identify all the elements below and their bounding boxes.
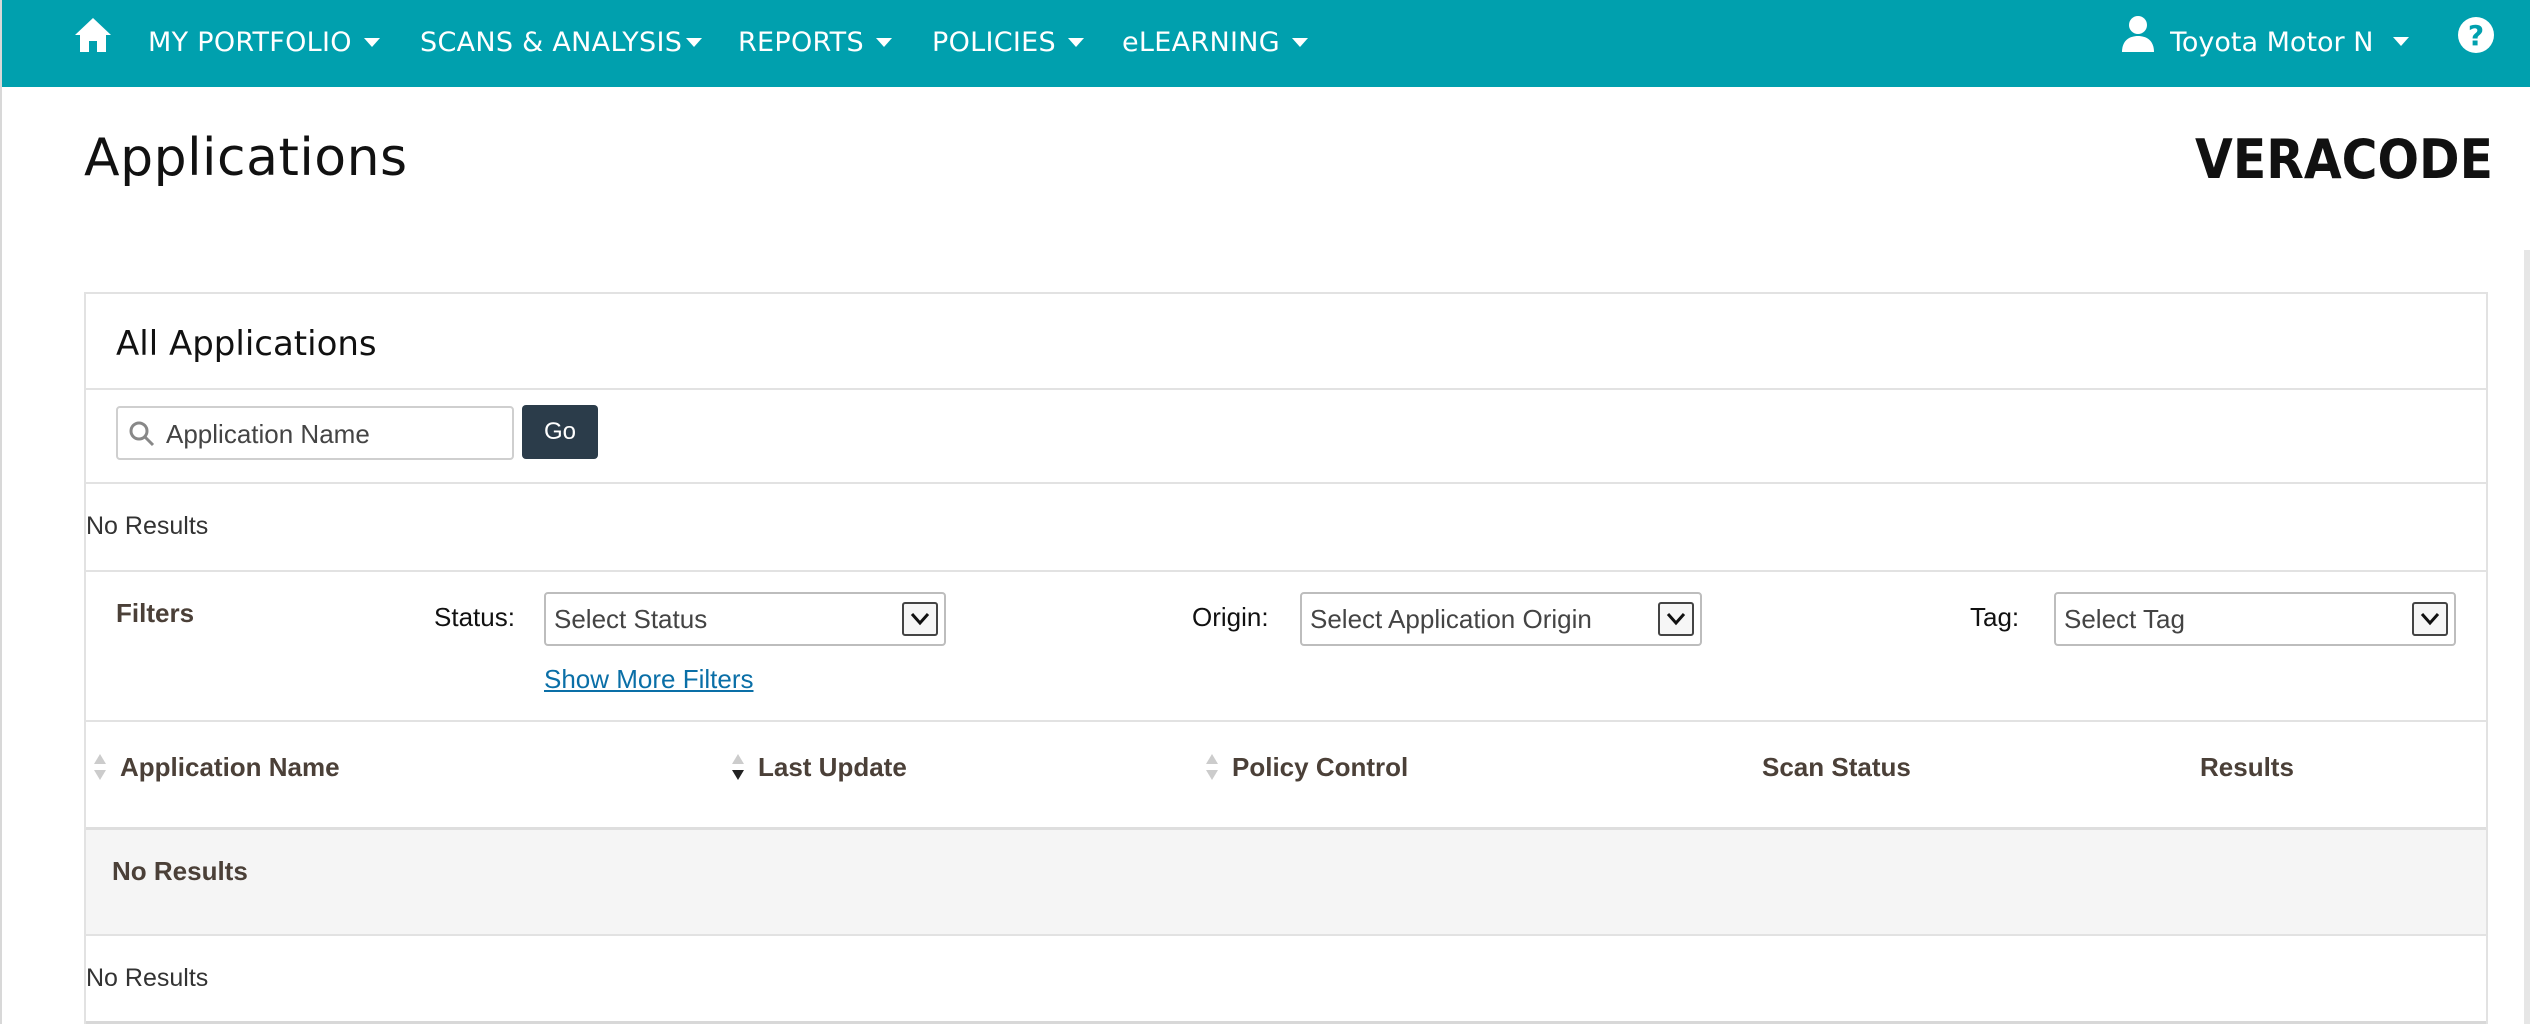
origin-filter-label: Origin: bbox=[1192, 602, 1269, 632]
chevron-down-icon[interactable] bbox=[2393, 37, 2409, 46]
nav-policies-label: POLICIES bbox=[932, 26, 1056, 58]
help-icon[interactable]: ? bbox=[2458, 17, 2494, 53]
svg-text:VERACODE: VERACODE bbox=[2195, 128, 2493, 186]
nav-reports-label: REPORTS bbox=[738, 26, 864, 58]
sort-icon[interactable] bbox=[1204, 750, 1220, 784]
table-row: No Results bbox=[86, 830, 2486, 936]
no-results-text: No Results bbox=[86, 512, 209, 540]
chevron-down-icon bbox=[686, 37, 703, 47]
status-select[interactable]: Select Status bbox=[544, 592, 946, 646]
tag-filter-label: Tag: bbox=[1970, 602, 2020, 632]
filters-label: Filters bbox=[116, 598, 195, 628]
search-results-message: No Results bbox=[86, 484, 2486, 572]
column-results: Results bbox=[2200, 752, 2294, 782]
table-row-text: No Results bbox=[112, 856, 248, 886]
sort-desc-icon[interactable] bbox=[730, 750, 746, 784]
nav-reports[interactable]: REPORTS bbox=[738, 24, 892, 60]
column-application-name[interactable]: Application Name bbox=[120, 752, 340, 783]
nav-policies[interactable]: POLICIES bbox=[932, 24, 1084, 60]
show-more-filters-link[interactable]: Show More Filters bbox=[544, 664, 754, 695]
filters-row: Filters Status: Select Status Origin: Se… bbox=[86, 572, 2486, 722]
column-scan-status: Scan Status bbox=[1762, 752, 1911, 782]
tag-select[interactable]: Select Tag bbox=[2054, 592, 2456, 646]
no-results-text: No Results bbox=[86, 964, 209, 992]
nav-scans-analysis[interactable]: SCANS & ANALYSIS bbox=[420, 24, 703, 60]
tag-select-value: Select Tag bbox=[2064, 604, 2185, 634]
origin-select[interactable]: Select Application Origin bbox=[1300, 592, 1702, 646]
nav-scans-analysis-label: SCANS & ANALYSIS bbox=[420, 26, 683, 58]
status-filter-label: Status: bbox=[434, 602, 515, 632]
nav-my-portfolio-label: MY PORTFOLIO bbox=[148, 26, 352, 58]
nav-elearning[interactable]: eLEARNING bbox=[1122, 24, 1308, 60]
user-icon[interactable] bbox=[2120, 14, 2156, 54]
chevron-down-icon bbox=[1658, 602, 1694, 636]
chevron-down-icon bbox=[2412, 602, 2448, 636]
origin-select-value: Select Application Origin bbox=[1310, 604, 1592, 634]
nav-my-portfolio[interactable]: MY PORTFOLIO bbox=[148, 24, 380, 60]
chevron-down-icon bbox=[902, 602, 938, 636]
chevron-down-icon bbox=[1291, 37, 1308, 47]
page-title: Applications bbox=[84, 128, 408, 188]
veracode-logo: VERACODE bbox=[2195, 128, 2493, 186]
chevron-down-icon bbox=[875, 37, 892, 47]
user-account-name[interactable]: Toyota Motor N bbox=[2170, 24, 2380, 60]
vertical-scrollbar[interactable] bbox=[2524, 250, 2530, 1024]
sort-icon[interactable] bbox=[92, 750, 108, 784]
chevron-down-icon bbox=[1067, 37, 1084, 47]
top-navbar: MY PORTFOLIO SCANS & ANALYSIS REPORTS PO… bbox=[2, 0, 2530, 87]
app-window: MY PORTFOLIO SCANS & ANALYSIS REPORTS PO… bbox=[0, 0, 2530, 1024]
table-footer-message: No Results bbox=[86, 936, 2486, 1024]
chevron-down-icon bbox=[363, 37, 380, 47]
column-last-update[interactable]: Last Update bbox=[758, 752, 907, 783]
applications-panel: All Applications Go No Results Filters S… bbox=[84, 292, 2488, 1024]
nav-elearning-label: eLEARNING bbox=[1122, 26, 1280, 58]
panel-title: All Applications bbox=[116, 324, 377, 364]
search-row: Go bbox=[86, 390, 2486, 484]
panel-header: All Applications bbox=[86, 294, 2486, 390]
go-button[interactable]: Go bbox=[522, 405, 598, 459]
status-select-value: Select Status bbox=[554, 604, 708, 634]
table-header: Application Name Last Update Policy Cont… bbox=[86, 722, 2486, 830]
column-policy-control[interactable]: Policy Control bbox=[1232, 752, 1408, 783]
search-icon bbox=[129, 421, 155, 447]
search-box bbox=[116, 406, 514, 460]
application-name-search-input[interactable] bbox=[166, 414, 506, 454]
home-icon[interactable] bbox=[72, 15, 114, 55]
